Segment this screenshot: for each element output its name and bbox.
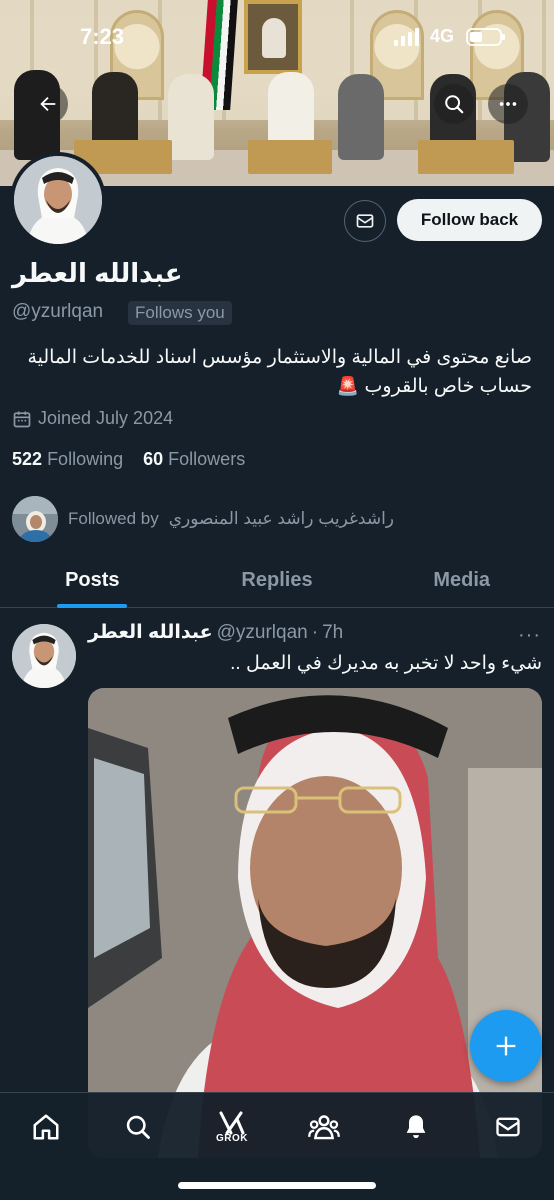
post-author-handle: @yzurlqan	[216, 621, 308, 643]
more-button[interactable]	[488, 84, 528, 124]
profile-display-name: عبدالله العطر	[12, 258, 183, 288]
profile-tabs: Posts Replies Media	[0, 554, 554, 608]
home-icon	[33, 1114, 59, 1140]
plus-icon	[496, 1036, 516, 1056]
followers-count: 60	[143, 449, 164, 469]
tab-media[interactable]: Media	[369, 554, 554, 607]
avatar-image	[12, 624, 76, 688]
notifications-icon	[406, 1115, 426, 1139]
calendar-icon	[13, 411, 31, 427]
siren-emoji: 🚨	[336, 376, 360, 396]
post-author-avatar[interactable]	[12, 624, 76, 688]
arrow-left-icon	[40, 96, 56, 112]
nav-notifications[interactable]	[394, 1107, 438, 1147]
joined-date: Joined July 2024	[12, 408, 173, 429]
banner-table	[418, 140, 514, 174]
grok-label: GROK	[216, 1132, 248, 1144]
grok-icon	[219, 1111, 245, 1134]
post-author-name[interactable]: عبدالله العطر	[88, 621, 213, 644]
followed-by-prefix: Followed by	[68, 509, 159, 528]
search-button[interactable]	[434, 84, 474, 124]
status-time: 7:23	[80, 24, 125, 49]
follower-avatar	[12, 496, 58, 542]
followers-link[interactable]: 60 Followers	[143, 449, 245, 469]
communities-icon	[308, 1115, 340, 1140]
post-video[interactable]	[88, 688, 542, 1158]
avatar-image	[14, 156, 102, 244]
nav-messages[interactable]	[486, 1107, 530, 1147]
status-bar: 7:23 4G	[0, 0, 554, 70]
profile-avatar[interactable]	[10, 152, 106, 248]
bio-text: صانع محتوى في المالية والاستثمار مؤسس اس…	[27, 347, 532, 397]
back-button[interactable]	[28, 84, 68, 124]
nav-search[interactable]	[116, 1107, 160, 1147]
post-separator: ·	[311, 621, 319, 643]
followers-label: Followers	[168, 449, 246, 469]
follow-stats: 522 Following 60 Followers	[12, 449, 245, 470]
banner-person	[168, 74, 214, 160]
search-icon	[445, 95, 464, 114]
tab-replies[interactable]: Replies	[185, 554, 370, 607]
nav-home[interactable]	[24, 1107, 68, 1147]
profile-bio: صانع محتوى في المالية والاستثمار مؤسس اس…	[12, 343, 532, 401]
banner-person	[338, 74, 384, 160]
post-more-icon[interactable]: ···	[518, 624, 541, 647]
followed-by-names: راشدغريب راشد عبيد المنصوري	[168, 509, 395, 528]
post-time: 7h	[322, 621, 344, 643]
messages-icon	[496, 1117, 520, 1137]
tab-posts[interactable]: Posts	[0, 554, 185, 607]
video-thumbnail	[88, 688, 542, 1158]
following-count: 522	[12, 449, 43, 469]
more-horizontal-icon	[499, 102, 517, 106]
post-header: عبدالله العطر @yzurlqan · 7h	[88, 621, 343, 644]
network-type: 4G	[430, 26, 455, 46]
followed-by[interactable]: Followed by راشدغريب راشد عبيد المنصوري	[12, 496, 394, 542]
battery-icon	[466, 28, 505, 46]
following-link[interactable]: 522 Following	[12, 449, 123, 469]
post-text: شيء واحد لا تخبر به مديرك في العمل ..	[230, 653, 542, 674]
banner-table	[248, 140, 332, 174]
nav-grok[interactable]: GROK	[210, 1107, 254, 1147]
signal-icon	[394, 28, 419, 46]
follows-you-badge: Follows you	[128, 301, 232, 325]
compose-button[interactable]	[470, 1010, 542, 1082]
profile-handle: @yzurlqan	[12, 301, 104, 322]
mail-icon	[356, 214, 374, 228]
nav-communities[interactable]	[302, 1107, 346, 1147]
message-button[interactable]	[344, 200, 386, 242]
following-label: Following	[47, 449, 124, 469]
search-icon	[126, 1115, 150, 1139]
follow-back-button[interactable]: Follow back	[397, 199, 542, 241]
home-indicator	[178, 1182, 376, 1189]
joined-text: Joined July 2024	[38, 408, 174, 428]
